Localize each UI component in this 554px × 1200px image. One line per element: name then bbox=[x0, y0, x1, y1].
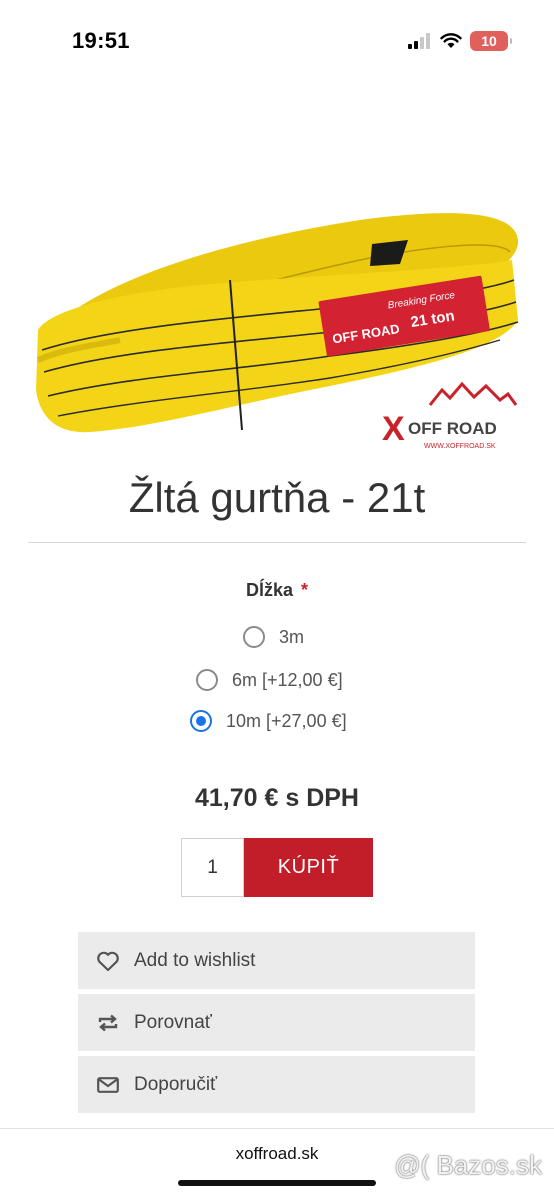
wifi-icon bbox=[440, 33, 462, 48]
required-mark: * bbox=[301, 580, 309, 600]
battery-level: 10 bbox=[481, 33, 497, 49]
status-bar: 19:51 10 bbox=[0, 0, 554, 80]
length-option-6m[interactable]: 6m [+12,00 €] bbox=[196, 669, 343, 691]
signal-icon bbox=[408, 33, 430, 49]
logo-text: OFF ROAD bbox=[408, 419, 497, 438]
add-to-wishlist-button[interactable]: Add to wishlist bbox=[78, 932, 475, 989]
length-option-label: 3m bbox=[279, 626, 305, 647]
mail-icon bbox=[96, 1073, 120, 1097]
compare-icon bbox=[96, 1011, 120, 1035]
length-option-label: 10m [+27,00 €] bbox=[226, 710, 347, 731]
home-indicator[interactable] bbox=[178, 1180, 376, 1186]
logo-url: WWW.XOFFROAD.SK bbox=[424, 443, 496, 450]
quantity-input[interactable]: 1 bbox=[181, 838, 244, 897]
battery-icon: 10 bbox=[470, 31, 512, 51]
option-label: Dĺžka * bbox=[0, 580, 554, 601]
watermark: @( Bazos.sk bbox=[394, 1150, 542, 1180]
heart-icon bbox=[96, 949, 120, 973]
title-divider bbox=[28, 542, 526, 543]
length-option-label: 6m [+12,00 €] bbox=[232, 669, 343, 690]
svg-text:X: X bbox=[382, 410, 405, 448]
buy-button[interactable]: KÚPIŤ bbox=[244, 838, 373, 897]
radio-button-selected[interactable] bbox=[190, 710, 212, 732]
wishlist-label: Add to wishlist bbox=[134, 949, 256, 971]
status-time: 19:51 bbox=[72, 28, 130, 53]
compare-button[interactable]: Porovnať bbox=[78, 994, 475, 1051]
status-icons: 10 bbox=[408, 31, 512, 51]
length-option-10m[interactable]: 10m [+27,00 €] bbox=[190, 710, 347, 732]
product-title: Žltá gurtňa - 21t bbox=[128, 474, 426, 521]
browser-divider bbox=[0, 1128, 554, 1129]
recommend-label: Doporučiť bbox=[134, 1073, 218, 1095]
length-option-3m[interactable]: 3m bbox=[243, 626, 304, 648]
recommend-button[interactable]: Doporučiť bbox=[78, 1056, 475, 1113]
radio-button[interactable] bbox=[243, 626, 265, 648]
brand-logo: X OFF ROAD WWW.XOFFROAD.SK bbox=[382, 381, 518, 450]
option-label-text: Dĺžka bbox=[245, 580, 293, 600]
product-image[interactable]: Breaking Force 21 ton OFF ROAD X OFF ROA… bbox=[30, 200, 530, 470]
compare-label: Porovnať bbox=[134, 1011, 212, 1033]
radio-button[interactable] bbox=[196, 669, 218, 691]
product-price: 41,70 € s DPH bbox=[195, 784, 359, 812]
